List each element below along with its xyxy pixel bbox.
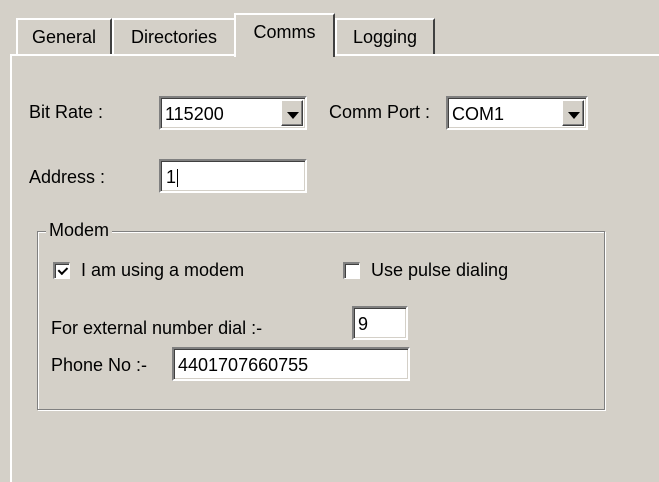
tab-comms-label: Comms [253,22,316,42]
pulse-dialing-checkbox[interactable] [343,262,360,279]
using-modem-label[interactable]: I am using a modem [81,259,244,281]
chevron-down-icon[interactable] [562,100,584,126]
external-dial-label: For external number dial :- [51,318,263,338]
comm-port-select[interactable]: COM1 [446,96,588,130]
comm-port-label: Comm Port : [329,102,431,122]
pulse-dialing-label[interactable]: Use pulse dialing [371,259,508,281]
modem-groupbox: Modem I am using a modem Use pulse diali… [37,219,605,410]
comm-port-value: COM1 [452,104,505,124]
address-field[interactable]: 1 [159,159,307,193]
external-dial-field[interactable]: 9 [352,306,408,340]
phone-label: Phone No :- [51,355,148,375]
text-caret [177,169,179,188]
tab-general-label: General [31,27,97,47]
bit-rate-label: Bit Rate : [29,102,104,122]
tab-directories[interactable]: Directories [112,18,236,55]
bit-rate-select[interactable]: 115200 [159,96,307,130]
tab-directories-label: Directories [130,27,218,47]
chevron-down-icon[interactable] [281,100,303,126]
address-label: Address : [29,167,106,187]
phone-number-field[interactable]: 4401707660755 [172,347,410,381]
using-modem-checkbox[interactable] [53,262,70,279]
tab-comms[interactable]: Comms [234,13,335,57]
address-value: 1 [166,167,177,187]
comms-tab-panel: Bit Rate : 115200 Comm Port : COM1 Addre… [10,54,659,482]
tab-general[interactable]: General [16,18,112,55]
external-dial-value: 9 [358,314,369,334]
comms-settings-dialog: General Directories Logging Comms Bit Ra… [0,0,659,482]
bit-rate-value: 115200 [165,104,224,124]
tab-logging-label: Logging [352,27,418,47]
modem-group-title: Modem [46,219,113,241]
tab-logging[interactable]: Logging [335,18,435,55]
phone-number-value: 4401707660755 [178,355,309,375]
